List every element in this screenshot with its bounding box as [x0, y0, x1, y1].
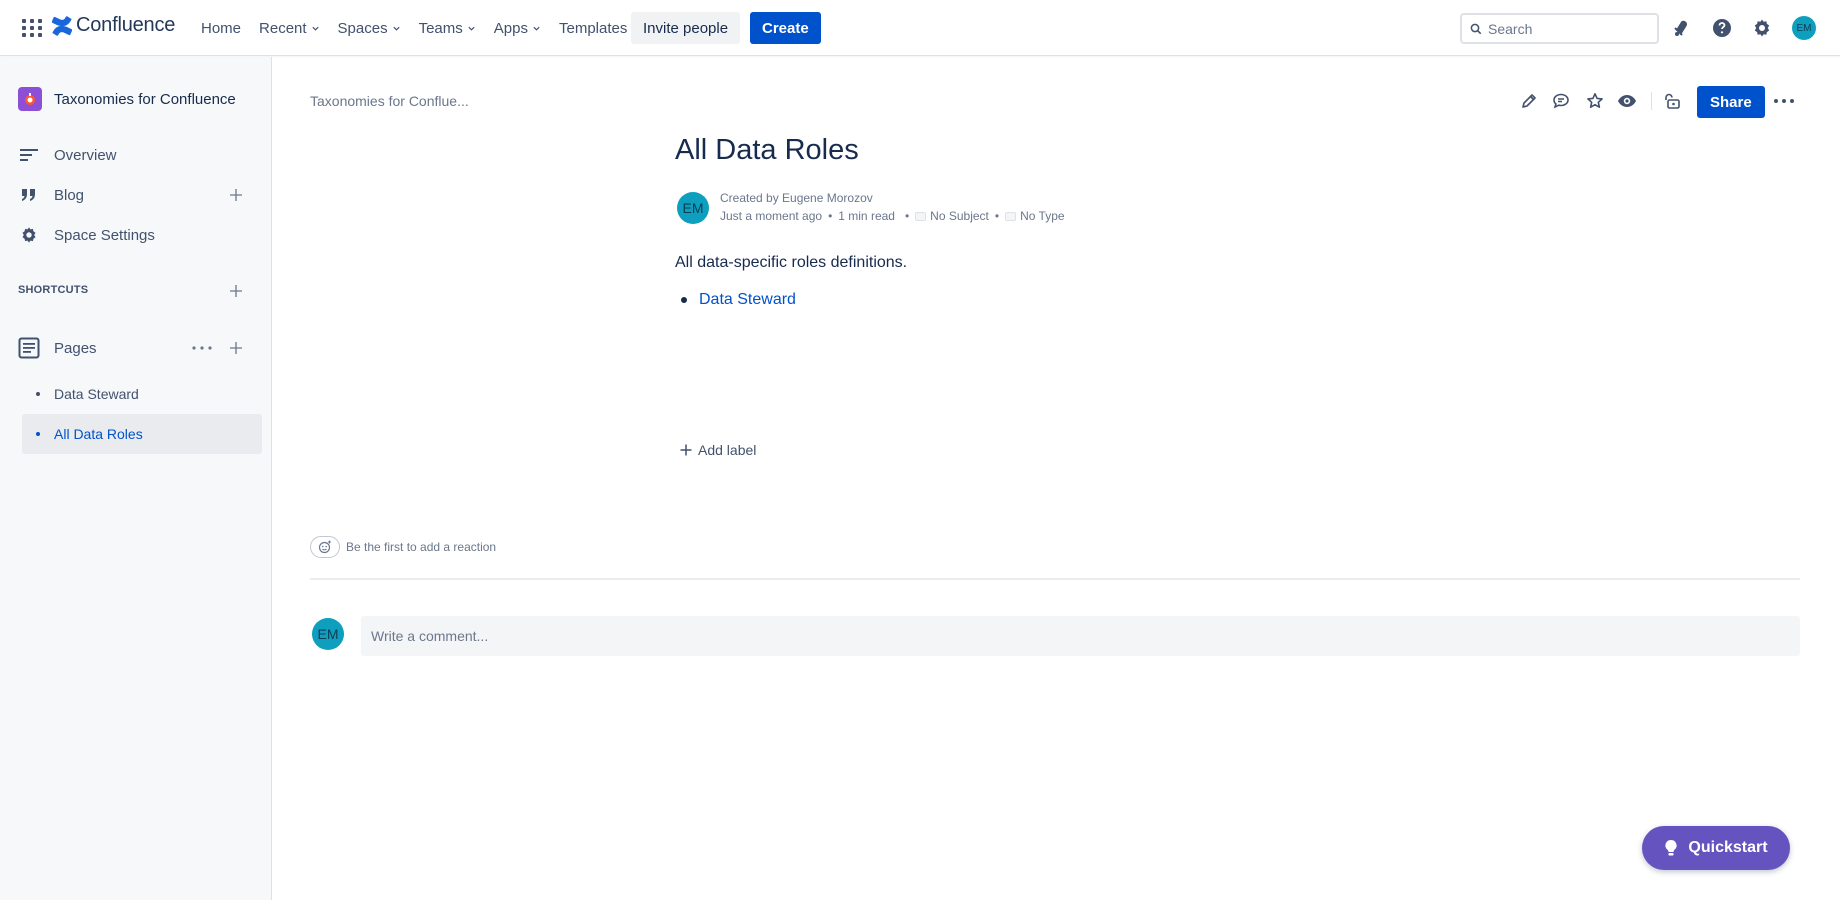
sidebar-item-label: Pages	[54, 339, 97, 357]
sidebar-item-label: Space Settings	[54, 226, 155, 244]
subject-chip[interactable]: No Subject	[915, 209, 989, 223]
toolbar-divider	[1651, 92, 1652, 110]
section-divider	[310, 578, 1800, 580]
space-name: Taxonomies for Confluence	[54, 90, 236, 108]
more-actions-icon[interactable]	[1772, 89, 1796, 113]
app-switcher-icon[interactable]	[20, 17, 42, 39]
overview-icon	[18, 148, 40, 162]
subject-icon	[915, 211, 927, 221]
add-shortcut-plus-icon[interactable]	[228, 283, 244, 299]
author-avatar[interactable]: EM	[677, 192, 709, 224]
lightbulb-icon	[1665, 839, 1677, 856]
nav-teams-label: Teams	[418, 19, 463, 37]
breadcrumb[interactable]: Taxonomies for Conflue...	[310, 93, 469, 109]
list-item-link[interactable]: Data Steward	[681, 291, 796, 309]
notifications-icon[interactable]	[1670, 16, 1694, 40]
page-metadata: Just a moment ago • 1 min read • No Subj…	[720, 209, 1065, 223]
add-blog-plus-icon[interactable]	[228, 187, 244, 203]
top-navigation: Confluence Home Recent Spaces Teams Apps…	[0, 0, 1840, 56]
separator-dot: •	[994, 209, 1000, 223]
sidebar: Taxonomies for Confluence Overview Blog …	[0, 57, 272, 900]
nav-apps-label: Apps	[493, 19, 528, 37]
chevron-down-icon	[533, 26, 540, 31]
gear-icon	[18, 226, 40, 244]
emoji-add-icon	[318, 540, 331, 554]
quickstart-button[interactable]: Quickstart	[1642, 826, 1790, 870]
share-button[interactable]: Share	[1697, 86, 1765, 118]
confluence-logo[interactable]: Confluence	[52, 14, 175, 37]
chevron-down-icon	[392, 26, 400, 31]
nav-apps[interactable]: Apps	[485, 12, 550, 44]
page-tree-item-label: Data Steward	[54, 386, 139, 402]
nav-teams[interactable]: Teams	[410, 12, 485, 44]
page-title: All Data Roles	[675, 134, 859, 166]
sidebar-item-space-settings[interactable]: Space Settings	[18, 219, 250, 251]
sidebar-item-overview[interactable]: Overview	[18, 139, 250, 171]
comment-input[interactable]: Write a comment...	[361, 616, 1800, 656]
commenter-avatar: EM	[312, 618, 344, 650]
sidebar-item-label: Blog	[54, 186, 85, 204]
quote-icon	[18, 188, 40, 202]
star-icon[interactable]	[1583, 89, 1607, 113]
space-header[interactable]: Taxonomies for Confluence	[18, 87, 236, 111]
page-body-text: All data-specific roles definitions.	[675, 254, 908, 271]
separator-dot: •	[904, 209, 910, 223]
subject-label: No Subject	[930, 209, 989, 223]
bullet-dot	[681, 297, 687, 303]
created-by: Created by Eugene Morozov	[720, 191, 873, 205]
separator-dot: •	[828, 209, 833, 223]
more-options-icon[interactable]	[192, 346, 212, 350]
nav-recent[interactable]: Recent	[250, 12, 329, 44]
primary-nav: Home Recent Spaces Teams Apps Templates	[192, 12, 636, 44]
add-label-text: Add label	[698, 442, 757, 458]
edit-pencil-icon[interactable]	[1517, 89, 1541, 113]
type-label: No Type	[1020, 209, 1065, 223]
invite-people-button[interactable]: Invite people	[631, 12, 741, 44]
reactions-bar: Be the first to add a reaction	[310, 536, 496, 558]
search-box[interactable]	[1460, 13, 1659, 44]
nav-spaces[interactable]: Spaces	[329, 12, 410, 44]
settings-gear-icon[interactable]	[1750, 16, 1774, 40]
time-ago: Just a moment ago	[720, 209, 823, 223]
bullet-dot	[36, 392, 40, 396]
watch-eye-icon[interactable]	[1615, 89, 1639, 113]
comment-icon[interactable]	[1549, 89, 1573, 113]
nav-spaces-label: Spaces	[337, 19, 388, 37]
nav-templates[interactable]: Templates	[550, 12, 636, 44]
page-tree-item-label: All Data Roles	[54, 426, 143, 442]
brand-name: Confluence	[76, 14, 176, 36]
nav-home[interactable]: Home	[192, 12, 250, 44]
confluence-mark-icon	[52, 15, 72, 36]
help-icon[interactable]	[1710, 16, 1734, 40]
sidebar-item-pages[interactable]: Pages	[18, 332, 250, 364]
page-tree-item-all-data-roles[interactable]: All Data Roles	[22, 414, 262, 454]
nav-home-label: Home	[201, 19, 242, 37]
shortcuts-heading: SHORTCUTS	[18, 284, 89, 296]
sidebar-item-label: Overview	[54, 146, 117, 164]
plus-icon	[680, 444, 692, 456]
pages-icon	[18, 337, 40, 359]
quickstart-label: Quickstart	[1688, 839, 1768, 856]
sidebar-item-blog[interactable]: Blog	[18, 179, 250, 211]
nav-templates-label: Templates	[558, 19, 628, 37]
type-icon	[1005, 211, 1017, 221]
read-time: 1 min read	[838, 209, 895, 223]
user-avatar[interactable]: EM	[1792, 16, 1816, 40]
chevron-down-icon	[311, 26, 319, 31]
search-icon	[1470, 23, 1482, 34]
add-reaction-button[interactable]	[310, 536, 340, 558]
bullet-dot	[36, 432, 40, 436]
add-label-button[interactable]: Add label	[680, 442, 756, 458]
reaction-prompt: Be the first to add a reaction	[346, 540, 497, 554]
chevron-down-icon	[468, 26, 475, 31]
restrictions-unlock-icon[interactable]	[1660, 89, 1684, 113]
create-button[interactable]: Create	[750, 12, 821, 44]
page-tree-item-data-steward[interactable]: Data Steward	[22, 374, 262, 414]
nav-recent-label: Recent	[259, 19, 307, 37]
type-chip[interactable]: No Type	[1005, 209, 1065, 223]
space-logo-icon	[18, 87, 42, 111]
search-input[interactable]	[1488, 20, 1648, 37]
link-text[interactable]: Data Steward	[699, 291, 796, 309]
add-page-plus-icon[interactable]	[228, 340, 244, 356]
